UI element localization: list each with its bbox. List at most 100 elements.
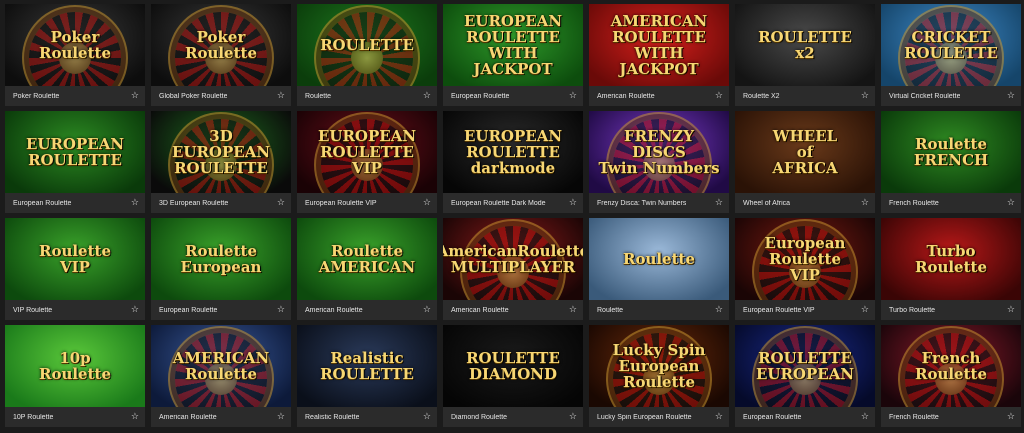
game-tile[interactable]: Turbo Roulette Turbo Roulette ☆ — [881, 218, 1021, 320]
game-tile[interactable]: EUROPEAN ROULETTE darkmode European Roule… — [443, 111, 583, 213]
game-thumbnail[interactable]: Roulette VIP — [5, 218, 145, 300]
favorite-star-icon[interactable]: ☆ — [1007, 412, 1015, 422]
game-tile[interactable]: FRENZY DISCS Twin Numbers Frenzy Disca: T… — [589, 111, 729, 213]
game-tile[interactable]: CRICKET ROULETTE Virtual Cricket Roulette… — [881, 4, 1021, 106]
game-tile[interactable]: EUROPEAN ROULETTE WITH JACKPOT European R… — [443, 4, 583, 106]
favorite-star-icon[interactable]: ☆ — [861, 91, 869, 101]
game-tile[interactable]: Roulette FRENCH French Roulette ☆ — [881, 111, 1021, 213]
game-thumbnail[interactable]: EUROPEAN ROULETTE WITH JACKPOT — [443, 4, 583, 86]
favorite-star-icon[interactable]: ☆ — [715, 305, 723, 315]
game-thumbnail[interactable]: Turbo Roulette — [881, 218, 1021, 300]
favorite-star-icon[interactable]: ☆ — [131, 412, 139, 422]
game-thumbnail[interactable]: Roulette — [589, 218, 729, 300]
game-tile[interactable]: Roulette European European Roulette ☆ — [151, 218, 291, 320]
game-tile[interactable]: ROULETTE x2 Roulette X2 ☆ — [735, 4, 875, 106]
game-thumbnail[interactable]: WHEEL of AFRICA — [735, 111, 875, 193]
game-tile[interactable]: 3D EUROPEAN ROULETTE 3D European Roulette… — [151, 111, 291, 213]
favorite-star-icon[interactable]: ☆ — [277, 412, 285, 422]
game-thumbnail[interactable]: AMERICAN ROULETTE WITH JACKPOT — [589, 4, 729, 86]
favorite-star-icon[interactable]: ☆ — [277, 305, 285, 315]
game-thumbnail[interactable]: Roulette FRENCH — [881, 111, 1021, 193]
game-tile[interactable]: WHEEL of AFRICA Wheel of Africa ☆ — [735, 111, 875, 213]
game-thumbnail[interactable]: Lucky Spin European Roulette — [589, 325, 729, 407]
game-thumbnail[interactable]: Roulette European — [151, 218, 291, 300]
game-tile[interactable]: Roulette AMERICAN American Roulette ☆ — [297, 218, 437, 320]
game-thumbnail[interactable]: ROULETTE DIAMOND — [443, 325, 583, 407]
game-thumbnail[interactable]: ROULETTE x2 — [735, 4, 875, 86]
game-title: Roulette — [305, 92, 332, 100]
game-tile[interactable]: ROULETTE Roulette ☆ — [297, 4, 437, 106]
favorite-star-icon[interactable]: ☆ — [1007, 198, 1015, 208]
favorite-star-icon[interactable]: ☆ — [569, 305, 577, 315]
game-caption: Lucky Spin European Roulette ☆ — [589, 407, 729, 427]
game-thumbnail[interactable]: European Roulette VIP — [735, 218, 875, 300]
game-thumbnail[interactable]: FRENZY DISCS Twin Numbers — [589, 111, 729, 193]
game-title: Wheel of Africa — [743, 199, 791, 207]
game-thumbnail[interactable]: Poker Roulette — [5, 4, 145, 86]
game-tile[interactable]: Poker Roulette Poker Roulette ☆ — [5, 4, 145, 106]
favorite-star-icon[interactable]: ☆ — [861, 412, 869, 422]
game-tile[interactable]: AMERICAN ROULETTE WITH JACKPOT American R… — [589, 4, 729, 106]
game-tile[interactable]: Lucky Spin European Roulette Lucky Spin E… — [589, 325, 729, 427]
game-thumbnail[interactable]: AmericanRoulette MULTIPLAYER — [443, 218, 583, 300]
favorite-star-icon[interactable]: ☆ — [569, 412, 577, 422]
game-logo-text: Turbo Roulette — [914, 242, 988, 276]
game-thumbnail[interactable]: French Roulette — [881, 325, 1021, 407]
game-thumbnail[interactable]: EUROPEAN ROULETTE darkmode — [443, 111, 583, 193]
game-thumbnail[interactable]: EUROPEAN ROULETTE VIP — [297, 111, 437, 193]
game-title: American Roulette — [159, 413, 217, 421]
game-thumbnail[interactable]: Poker Roulette — [151, 4, 291, 86]
game-tile[interactable]: AmericanRoulette MULTIPLAYER American Rou… — [443, 218, 583, 320]
favorite-star-icon[interactable]: ☆ — [1007, 91, 1015, 101]
game-thumbnail[interactable]: EUROPEAN ROULETTE — [5, 111, 145, 193]
favorite-star-icon[interactable]: ☆ — [715, 91, 723, 101]
favorite-star-icon[interactable]: ☆ — [277, 198, 285, 208]
favorite-star-icon[interactable]: ☆ — [861, 198, 869, 208]
favorite-star-icon[interactable]: ☆ — [423, 91, 431, 101]
game-title: Diamond Roulette — [451, 413, 508, 421]
game-caption: American Roulette ☆ — [297, 300, 437, 320]
game-thumbnail[interactable]: Realistic ROULETTE — [297, 325, 437, 407]
game-tile[interactable]: French Roulette French Roulette ☆ — [881, 325, 1021, 427]
game-tile[interactable]: Roulette Roulette ☆ — [589, 218, 729, 320]
game-title: VIP Roulette — [13, 306, 53, 314]
game-thumbnail[interactable]: 10p Roulette — [5, 325, 145, 407]
favorite-star-icon[interactable]: ☆ — [423, 305, 431, 315]
favorite-star-icon[interactable]: ☆ — [131, 198, 139, 208]
favorite-star-icon[interactable]: ☆ — [569, 91, 577, 101]
game-title: Frenzy Disca: Twin Numbers — [597, 199, 687, 207]
favorite-star-icon[interactable]: ☆ — [423, 198, 431, 208]
game-title: European Roulette — [743, 413, 802, 421]
favorite-star-icon[interactable]: ☆ — [861, 305, 869, 315]
favorite-star-icon[interactable]: ☆ — [423, 412, 431, 422]
game-tile[interactable]: AMERICAN Roulette American Roulette ☆ — [151, 325, 291, 427]
game-thumbnail[interactable]: ROULETTE EUROPEAN — [735, 325, 875, 407]
favorite-star-icon[interactable]: ☆ — [277, 91, 285, 101]
game-tile[interactable]: European Roulette VIP European Roulette V… — [735, 218, 875, 320]
game-tile[interactable]: ROULETTE DIAMOND Diamond Roulette ☆ — [443, 325, 583, 427]
favorite-star-icon[interactable]: ☆ — [131, 91, 139, 101]
game-tile[interactable]: EUROPEAN ROULETTE VIP European Roulette V… — [297, 111, 437, 213]
favorite-star-icon[interactable]: ☆ — [1007, 305, 1015, 315]
game-logo-text: ROULETTE — [320, 36, 414, 54]
game-thumbnail[interactable]: 3D EUROPEAN ROULETTE — [151, 111, 291, 193]
game-caption: American Roulette ☆ — [151, 407, 291, 427]
game-thumbnail[interactable]: Roulette AMERICAN — [297, 218, 437, 300]
game-thumbnail[interactable]: AMERICAN Roulette — [151, 325, 291, 407]
game-tile[interactable]: Poker Roulette Global Poker Roulette ☆ — [151, 4, 291, 106]
game-logo-text: EUROPEAN ROULETTE darkmode — [463, 127, 563, 177]
favorite-star-icon[interactable]: ☆ — [569, 198, 577, 208]
favorite-star-icon[interactable]: ☆ — [131, 305, 139, 315]
game-logo-text: EUROPEAN ROULETTE VIP — [317, 127, 417, 177]
game-tile[interactable]: EUROPEAN ROULETTE European Roulette ☆ — [5, 111, 145, 213]
game-thumbnail[interactable]: ROULETTE — [297, 4, 437, 86]
favorite-star-icon[interactable]: ☆ — [715, 198, 723, 208]
favorite-star-icon[interactable]: ☆ — [715, 412, 723, 422]
game-tile[interactable]: 10p Roulette 10P Roulette ☆ — [5, 325, 145, 427]
game-logo-text: ROULETTE x2 — [758, 28, 852, 62]
game-logo-text: FRENZY DISCS Twin Numbers — [598, 127, 720, 177]
game-tile[interactable]: Roulette VIP VIP Roulette ☆ — [5, 218, 145, 320]
game-tile[interactable]: ROULETTE EUROPEAN European Roulette ☆ — [735, 325, 875, 427]
game-tile[interactable]: Realistic ROULETTE Realistic Roulette ☆ — [297, 325, 437, 427]
game-thumbnail[interactable]: CRICKET ROULETTE — [881, 4, 1021, 86]
